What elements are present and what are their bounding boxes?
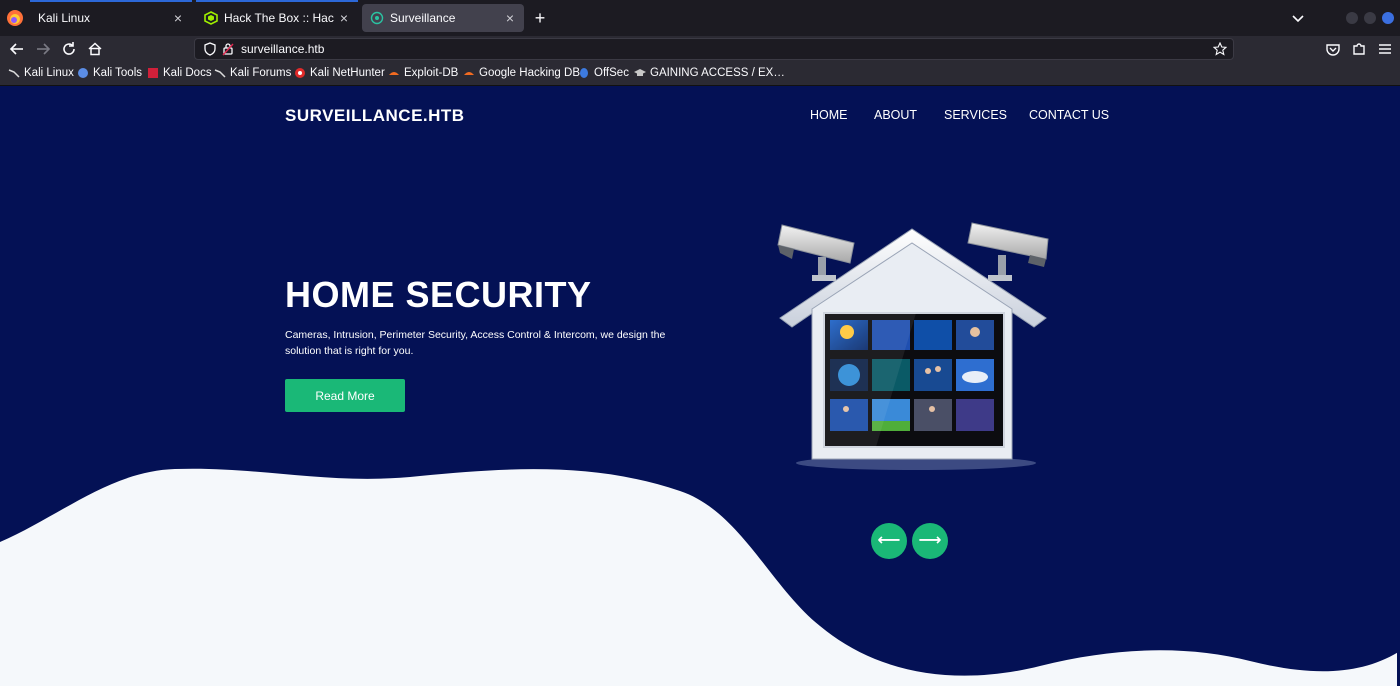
kali-dragon-icon [214, 69, 226, 78]
bookmark-kali-nethunter[interactable]: Kali NetHunter [294, 67, 385, 79]
bookmark-kali-forums[interactable]: Kali Forums [214, 67, 291, 79]
globe-favicon-icon [370, 11, 384, 25]
background-wave [0, 468, 1400, 686]
bookmark-label: Kali Linux [24, 67, 74, 79]
url-text: surveillance.htb [241, 42, 325, 56]
hero-description: Cameras, Intrusion, Perimeter Security, … [285, 329, 666, 357]
bookmark-star-icon[interactable] [1213, 42, 1227, 56]
navigation-toolbar: surveillance.htb [0, 36, 1400, 62]
insecure-lock-icon[interactable] [221, 42, 235, 56]
bookmark-google-hacking-db[interactable]: Google Hacking DB [463, 67, 580, 79]
read-more-button[interactable]: Read More [285, 379, 405, 412]
tab-hackthebox[interactable]: Hack The Box :: Hack The × [196, 4, 358, 32]
bookmark-label: Kali Docs [163, 67, 212, 79]
graduation-cap-icon [634, 69, 646, 76]
bookmark-kali-tools[interactable]: Kali Tools [77, 67, 142, 79]
home-icon[interactable] [86, 40, 104, 58]
bookmark-offsec[interactable]: OffSec [578, 67, 629, 79]
tab-title: Surveillance [390, 11, 456, 25]
hamburger-menu-icon[interactable] [1376, 40, 1394, 58]
window-minimize-button[interactable] [1346, 12, 1358, 24]
offsec-icon [580, 68, 588, 78]
tab-accent-line [196, 0, 358, 2]
bookmark-label: Google Hacking DB [479, 67, 580, 79]
kali-docs-icon [148, 68, 158, 78]
nav-link-contact-us[interactable]: CONTACT US [1029, 108, 1109, 122]
nethunter-icon [295, 68, 305, 78]
extensions-puzzle-icon[interactable] [1350, 40, 1368, 58]
tracking-shield-icon[interactable] [203, 42, 217, 56]
carousel-next-button[interactable]: ⟶ [912, 523, 948, 559]
window-maximize-button[interactable] [1364, 12, 1376, 24]
back-arrow-icon[interactable] [8, 40, 26, 58]
kali-tools-icon [78, 68, 88, 78]
security-house-illustration [777, 222, 1049, 470]
bookmark-kali-docs[interactable]: Kali Docs [147, 67, 212, 79]
forward-arrow-icon[interactable] [34, 40, 52, 58]
nav-link-about[interactable]: ABOUT [874, 108, 917, 122]
tab-close-icon[interactable]: × [168, 10, 188, 26]
pocket-icon[interactable] [1324, 40, 1342, 58]
kali-dragon-icon [8, 69, 20, 78]
nav-link-services[interactable]: SERVICES [944, 108, 1007, 122]
tab-bar: Kali Linux × Hack The Box :: Hack The × … [0, 0, 1400, 36]
tab-close-icon[interactable]: × [334, 10, 354, 26]
tab-kali-linux[interactable]: Kali Linux × [30, 4, 192, 32]
reload-icon[interactable] [60, 40, 78, 58]
bookmark-exploit-db[interactable]: Exploit-DB [388, 67, 458, 79]
window-close-button[interactable] [1382, 12, 1394, 24]
address-bar[interactable]: surveillance.htb [194, 38, 1234, 60]
tab-accent-line [30, 0, 192, 2]
hero-title: HOME SECURITY [285, 274, 592, 315]
tab-title: Hack The Box :: Hack The [224, 11, 334, 25]
tab-close-icon[interactable]: × [500, 10, 520, 26]
web-page: SURVEILLANCE.HTB HOME ABOUT SERVICES CON… [0, 86, 1400, 686]
bookmark-label: Exploit-DB [404, 67, 459, 79]
bookmark-label: OffSec [594, 67, 629, 79]
firefox-menu-icon[interactable] [6, 9, 24, 27]
bookmark-label: Kali Forums [230, 67, 292, 79]
site-brand-logo[interactable]: SURVEILLANCE.HTB [285, 106, 465, 126]
bookmark-gaining-access[interactable]: GAINING ACCESS / EX… [634, 67, 785, 79]
exploit-db-icon [464, 72, 474, 75]
new-tab-button[interactable]: + [530, 8, 550, 28]
tab-surveillance[interactable]: Surveillance × [362, 4, 524, 32]
bookmark-label: Kali Tools [93, 67, 143, 79]
hackthebox-favicon-icon [204, 11, 218, 25]
bookmarks-toolbar: Kali Linux Kali Tools Kali Docs Kali For… [0, 62, 1400, 86]
exploit-db-icon [389, 72, 399, 75]
bookmark-label: Kali NetHunter [310, 67, 385, 79]
chevron-down-icon[interactable] [1290, 10, 1306, 26]
tab-title: Kali Linux [38, 11, 91, 25]
carousel-prev-button[interactable]: ⟵ [871, 523, 907, 559]
bookmark-kali-linux[interactable]: Kali Linux [8, 67, 74, 79]
nav-link-home[interactable]: HOME [810, 108, 848, 122]
bookmark-label: GAINING ACCESS / EX… [650, 67, 785, 79]
